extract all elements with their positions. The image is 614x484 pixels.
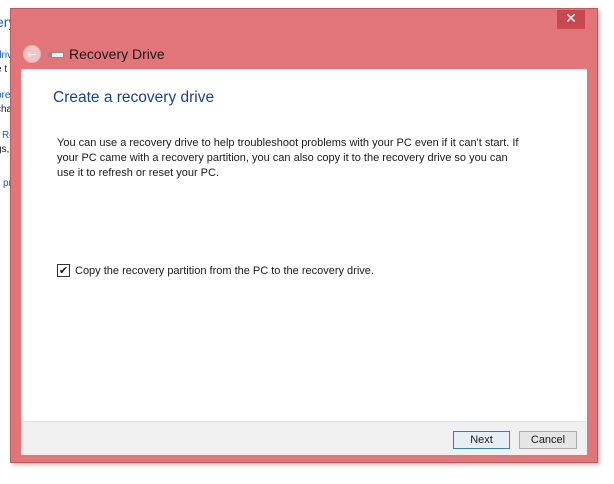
copy-partition-checkbox[interactable]: ✔ (57, 264, 70, 277)
background-link[interactable]: ore (0, 90, 10, 101)
usb-drive-icon (48, 50, 64, 59)
checkmark-icon: ✔ (58, 264, 69, 277)
close-button[interactable]: ✕ (557, 10, 585, 29)
page-title: Create a recovery drive (53, 89, 215, 106)
background-text: e t (0, 64, 8, 75)
recovery-drive-window: ✕ ← Recovery Drive Create a recovery dri… (10, 8, 598, 463)
next-button[interactable]: Next (453, 431, 510, 449)
description-text: You can use a recovery drive to help tro… (57, 137, 519, 179)
title-bar: ← Recovery Drive (23, 43, 165, 65)
copy-partition-option[interactable]: ✔ Copy the recovery partition from the P… (57, 264, 374, 277)
window-title: Recovery Drive (69, 46, 165, 62)
close-icon: ✕ (565, 11, 577, 27)
wizard-footer: Next Cancel (21, 421, 587, 455)
wizard-content: Create a recovery drive You can use a re… (21, 69, 587, 421)
cancel-button[interactable]: Cancel (519, 431, 577, 449)
copy-partition-label[interactable]: Copy the recovery partition from the PC … (75, 265, 374, 277)
back-button[interactable]: ← (23, 45, 41, 63)
back-arrow-icon: ← (27, 47, 37, 61)
background-text: gs, (0, 144, 10, 155)
